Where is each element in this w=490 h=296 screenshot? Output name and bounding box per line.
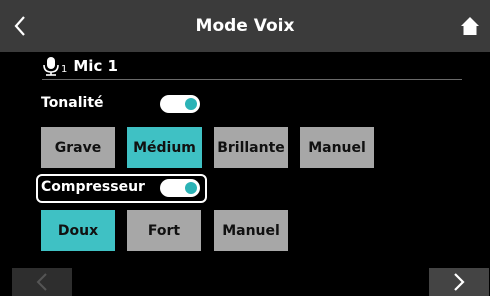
tone-toggle[interactable] xyxy=(160,95,200,113)
page-title: Mode Voix xyxy=(195,16,295,36)
tone-option-brillante[interactable]: Brillante xyxy=(214,127,288,168)
tone-option-manuel[interactable]: Manuel xyxy=(300,127,374,168)
compressor-toggle[interactable] xyxy=(160,179,200,197)
compressor-label: Compresseur xyxy=(41,179,145,195)
home-icon xyxy=(461,17,479,35)
next-page-button[interactable] xyxy=(429,268,489,296)
toggle-knob xyxy=(185,98,197,110)
back-button[interactable] xyxy=(0,0,40,52)
tone-label: Tonalité xyxy=(41,95,104,111)
chevron-right-icon xyxy=(454,273,465,291)
microphone-icon xyxy=(43,56,59,76)
channel-sub-index: 1 xyxy=(61,64,68,75)
channel-name: Mic 1 xyxy=(73,56,118,75)
channel-row: 1 Mic 1 xyxy=(42,52,462,80)
previous-page-button[interactable] xyxy=(12,268,72,296)
home-button[interactable] xyxy=(450,0,490,52)
chevron-left-icon xyxy=(36,273,47,291)
chevron-left-icon xyxy=(14,16,25,36)
compressor-option-fort[interactable]: Fort xyxy=(127,210,201,251)
toggle-knob xyxy=(185,182,197,194)
header-bar: Mode Voix xyxy=(0,0,490,52)
compressor-option-doux[interactable]: Doux xyxy=(41,210,115,251)
tone-option-medium[interactable]: Médium xyxy=(127,127,202,168)
tone-option-grave[interactable]: Grave xyxy=(41,127,115,168)
compressor-option-manuel[interactable]: Manuel xyxy=(214,210,288,251)
